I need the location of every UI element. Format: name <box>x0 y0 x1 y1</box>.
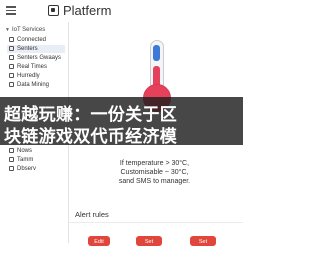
rule-description: If temperature > 30°C, Customisable ~ 30… <box>97 159 212 186</box>
sidebar-item-label: Connected <box>17 37 47 43</box>
sidebar-item-label: Nows <box>17 148 33 154</box>
sidebar-item-label: Senters <box>17 46 38 52</box>
sidebar-item-label: Hurredly <box>17 73 40 79</box>
history-icon <box>9 72 14 78</box>
rule-line: sand SMS to manager. <box>118 178 191 185</box>
team-icon <box>9 156 14 162</box>
banner-line-2: 块链游戏双代币经济模 <box>4 127 177 147</box>
alert-rules-heading: Alert rules <box>75 210 109 219</box>
sidebar-item-nows[interactable]: Nows <box>7 147 65 155</box>
data-icon <box>9 81 14 87</box>
rule-line: Customisable ~ 30°C, <box>120 169 189 176</box>
hamburger-menu-icon[interactable] <box>6 6 16 15</box>
sidebar-item-label: Senters Gwaays <box>17 55 62 61</box>
sidebar-item-senters-gwaays[interactable]: Senters Gwaays <box>7 54 65 62</box>
divider <box>69 222 243 223</box>
sidebar-item-real-times[interactable]: Real Times <box>7 63 65 71</box>
sidebar-item-label: Data Mining <box>17 82 50 88</box>
rule-line: If temperature > 30°C, <box>119 160 190 167</box>
clock-icon <box>9 63 14 69</box>
sidebar-item-hurredly[interactable]: Hurredly <box>7 72 65 80</box>
top-header: Platferm <box>0 0 243 23</box>
app-title: Platferm <box>63 3 112 18</box>
thermometer-cold-zone <box>153 45 160 61</box>
device-icon <box>9 36 14 42</box>
sidebar-group-header[interactable]: ▼ IoT Services <box>5 27 45 33</box>
sidebar-item-label: Dbserv <box>17 166 37 172</box>
platform-logo-icon <box>48 5 59 16</box>
news-icon <box>9 147 14 153</box>
set-cnd-button[interactable]: Set Cnd <box>136 236 162 255</box>
database-icon <box>9 165 14 171</box>
sidebar-group-label: IoT Services <box>11 27 46 33</box>
edit-button[interactable]: Edit <box>88 236 110 246</box>
sidebar-item-label: Tamm <box>17 157 34 163</box>
chevron-down-icon: ▼ <box>5 27 10 33</box>
sidebar-item-tamm[interactable]: Tamm <box>7 156 65 164</box>
sidebar-item-connected[interactable]: Connected <box>7 36 65 44</box>
overlay-banner: 超越玩赚：一份关于区 块链游戏双代币经济模 <box>0 97 243 147</box>
sidebar-item-label: Real Times <box>17 64 48 70</box>
sidebar-item-dbserv[interactable]: Dbserv <box>7 165 65 173</box>
sidebar-item-data-mining[interactable]: Data Mining <box>7 81 65 89</box>
sensor-icon <box>9 45 14 51</box>
gateway-icon <box>9 54 14 60</box>
set-wd-button[interactable]: Set Wd <box>190 236 216 255</box>
sidebar-item-senters[interactable]: Senters <box>7 45 65 53</box>
